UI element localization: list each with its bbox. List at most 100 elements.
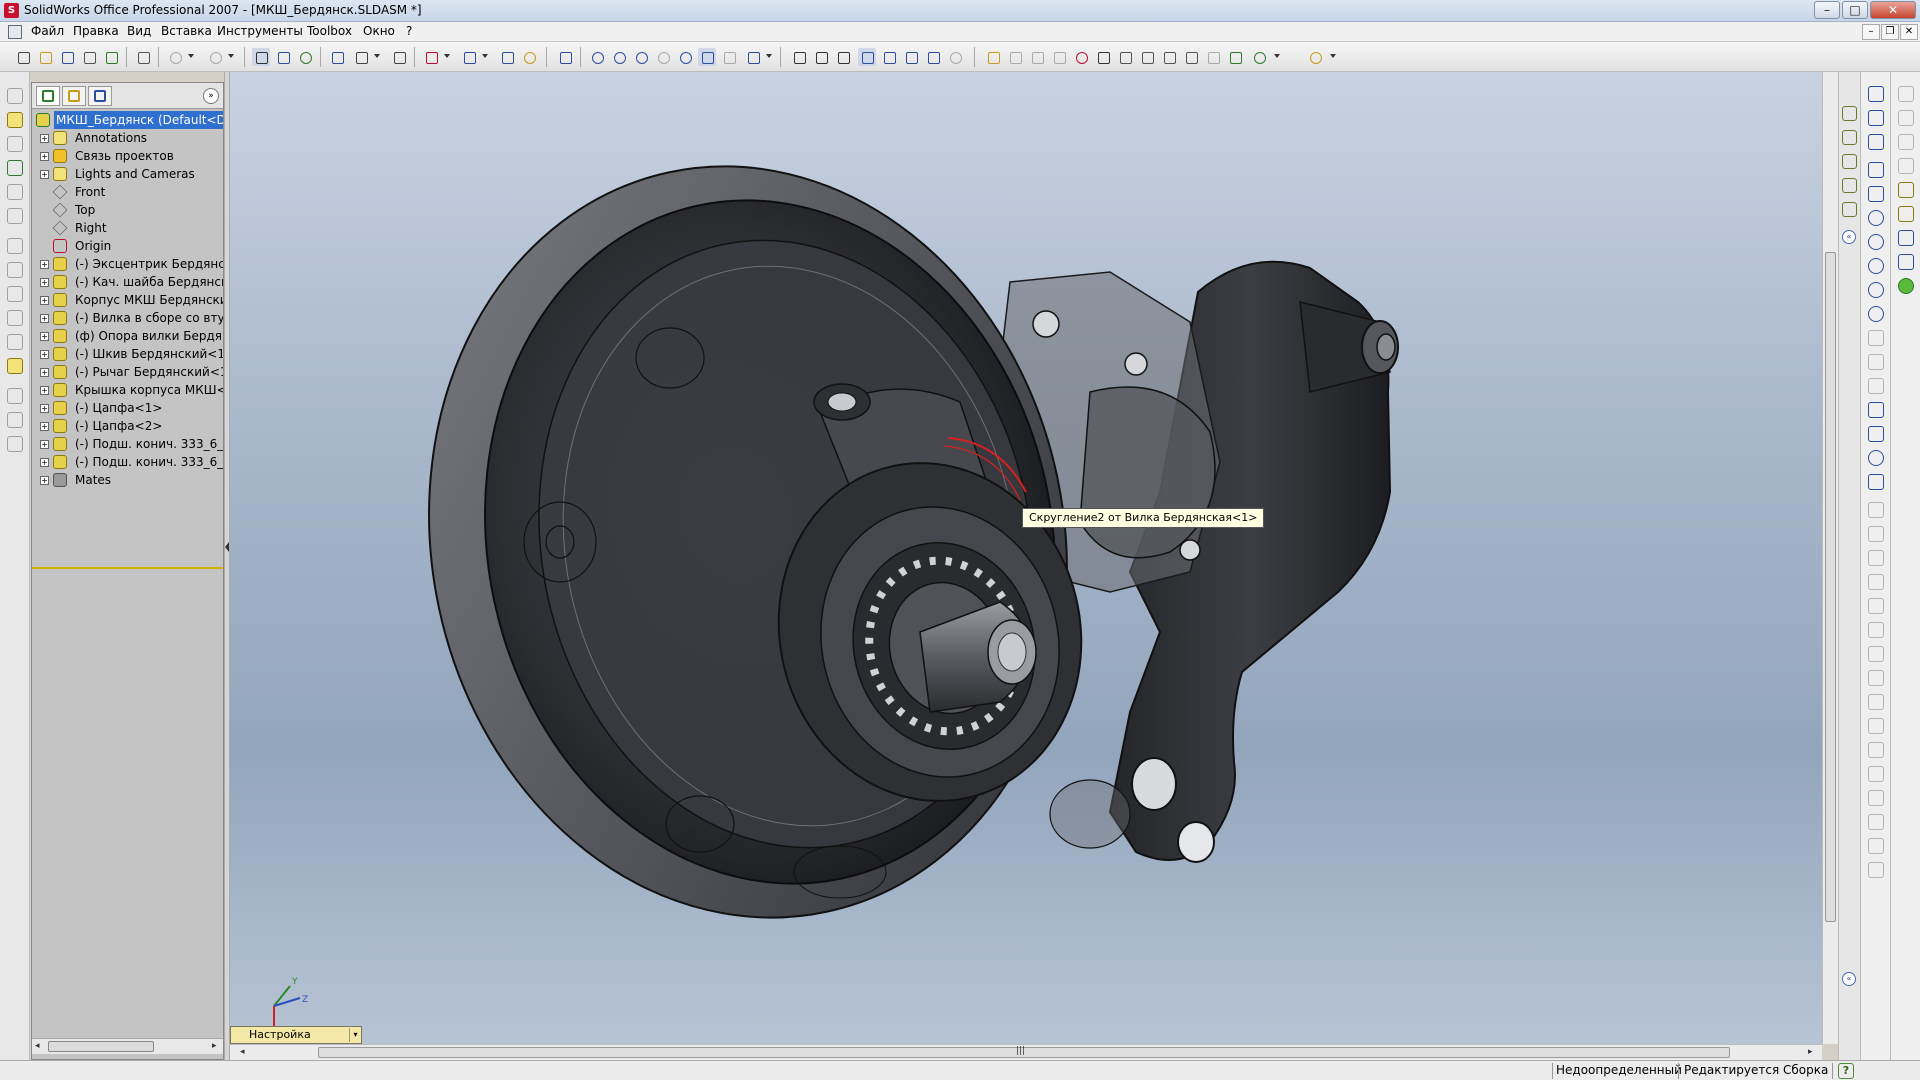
tab-property-manager[interactable] [62, 86, 86, 106]
tree-item[interactable]: Origin [32, 237, 223, 255]
smart-dimension-icon[interactable] [1868, 134, 1884, 150]
box-icon[interactable] [422, 48, 440, 66]
scroll-right-icon[interactable]: ▸ [1808, 1047, 1813, 1057]
select-arrow-icon[interactable] [252, 48, 270, 66]
point-icon[interactable] [1868, 450, 1884, 466]
split-entities-icon[interactable] [1868, 598, 1884, 614]
pattern-icon[interactable] [7, 388, 23, 404]
tab-configuration-manager[interactable] [88, 86, 112, 106]
convert-entities-icon[interactable] [1868, 526, 1884, 542]
tree-item[interactable]: + Annotations [32, 129, 223, 147]
revolved-boss-icon[interactable] [1898, 110, 1914, 126]
sketch-chamfer-icon[interactable] [1868, 354, 1884, 370]
expand-icon[interactable]: + [40, 260, 49, 269]
rotate-entities-icon[interactable] [1868, 646, 1884, 662]
add-relation-icon[interactable] [1868, 766, 1884, 782]
collapse-left-icon[interactable]: « [1842, 230, 1856, 244]
expand-panel-icon[interactable]: » [203, 88, 219, 104]
simulation-dropdown-icon[interactable] [1274, 54, 1280, 58]
box-dropdown-icon[interactable] [444, 54, 450, 58]
menu-tools[interactable]: Инструменты [214, 24, 306, 38]
expand-icon[interactable]: + [40, 296, 49, 305]
new-document-icon[interactable] [14, 48, 32, 66]
scale-entities-icon[interactable] [1868, 670, 1884, 686]
tree-item[interactable]: Top [32, 201, 223, 219]
cosmetic-thread-icon[interactable] [1898, 254, 1914, 270]
macro-icon[interactable] [7, 436, 23, 452]
help-bulb-icon[interactable] [520, 48, 538, 66]
expand-icon[interactable]: + [40, 170, 49, 179]
menu-view[interactable]: Вид [124, 24, 154, 38]
grid-snap-icon[interactable] [1868, 862, 1884, 878]
physical-simulation-icon[interactable] [1250, 48, 1268, 66]
mirror-entities-icon[interactable] [1868, 502, 1884, 518]
chamfer-icon[interactable] [1898, 230, 1914, 246]
section-view-icon[interactable] [924, 48, 942, 66]
print-preview-icon[interactable] [134, 48, 152, 66]
collapse-left-icon[interactable]: « [1842, 972, 1856, 986]
search-icon[interactable] [1842, 178, 1857, 193]
minimize-button[interactable]: – [1814, 1, 1840, 19]
tree-item[interactable]: Front [32, 183, 223, 201]
menu-insert[interactable]: Вставка [158, 24, 215, 38]
no-external-refs-icon[interactable] [1072, 48, 1090, 66]
molds-icon[interactable] [7, 238, 23, 254]
expand-icon[interactable]: + [40, 152, 49, 161]
mdi-minimize-button[interactable]: – [1862, 24, 1880, 40]
menu-help[interactable]: ? [403, 24, 415, 38]
redo-dropdown-icon[interactable] [228, 54, 234, 58]
expand-icon[interactable]: + [40, 332, 49, 341]
task-scheduler-icon[interactable] [7, 112, 23, 128]
tree-item[interactable]: + (-) Подш. конич. 333_6_gos [32, 435, 223, 453]
trim-entities-icon[interactable] [1868, 550, 1884, 566]
pan-icon[interactable] [698, 48, 716, 66]
measure-icon[interactable] [390, 48, 408, 66]
scroll-thumb[interactable] [48, 1041, 154, 1052]
hidden-lines-removed-icon[interactable] [834, 48, 852, 66]
drawing-icon[interactable] [7, 310, 23, 326]
sketch-text-icon[interactable] [1868, 474, 1884, 490]
surfaces-icon[interactable] [7, 208, 23, 224]
traffic-light-icon[interactable] [296, 48, 314, 66]
configuration-tab[interactable]: Настройка ▾ [230, 1026, 362, 1044]
repair-sketch-icon[interactable] [1868, 814, 1884, 830]
zoom-selection-icon[interactable] [654, 48, 672, 66]
expand-icon[interactable]: + [40, 458, 49, 467]
open-folder-icon[interactable] [36, 48, 54, 66]
tree-item[interactable]: + (ф) Опора вилки Бердянск [32, 327, 223, 345]
layer-icon[interactable] [7, 412, 23, 428]
extend-entities-icon[interactable] [1868, 574, 1884, 590]
undo-icon[interactable] [166, 48, 184, 66]
component-icon[interactable] [352, 48, 370, 66]
spline-icon[interactable] [1868, 426, 1884, 442]
previous-view-icon[interactable] [556, 48, 574, 66]
standard-views-icon[interactable] [744, 48, 762, 66]
undo-dropdown-icon[interactable] [188, 54, 194, 58]
move-component-icon[interactable] [1116, 48, 1134, 66]
tree-item[interactable]: + Lights and Cameras [32, 165, 223, 183]
standard-views-dropdown-icon[interactable] [766, 54, 772, 58]
design-library-icon[interactable] [7, 358, 23, 374]
tree-item[interactable]: + Mates [32, 471, 223, 489]
offset-entities-icon[interactable] [1868, 378, 1884, 394]
rotate-component-icon[interactable] [1138, 48, 1156, 66]
layout-dropdown-icon[interactable] [482, 54, 488, 58]
expand-icon[interactable]: + [40, 350, 49, 359]
hide-show-icon[interactable] [1006, 48, 1024, 66]
line-icon[interactable] [1868, 162, 1884, 178]
tree-item[interactable]: + (-) Цапфа<2> [32, 417, 223, 435]
shadows-icon[interactable] [902, 48, 920, 66]
tree-item[interactable]: + (-) Цапфа<1> [32, 399, 223, 417]
design-library-pane-icon[interactable] [1842, 130, 1857, 145]
tree-item[interactable]: + (-) Кач. шайба Бердянская [32, 273, 223, 291]
tree-item[interactable]: + Корпус МКШ Бердянский< [32, 291, 223, 309]
grid-options-icon[interactable] [328, 48, 346, 66]
polygon-icon[interactable] [1868, 210, 1884, 226]
expand-icon[interactable]: + [40, 476, 49, 485]
maximize-button[interactable]: □ [1842, 1, 1868, 19]
viewport-horizontal-scrollbar[interactable]: ◂ ||| ▸ [230, 1044, 1822, 1060]
help-icon[interactable]: ? [1838, 1063, 1854, 1079]
tree-item[interactable]: + (-) Шкив Бердянский<1> [32, 345, 223, 363]
linear-pattern-icon[interactable] [1868, 718, 1884, 734]
curves-icon[interactable] [7, 184, 23, 200]
